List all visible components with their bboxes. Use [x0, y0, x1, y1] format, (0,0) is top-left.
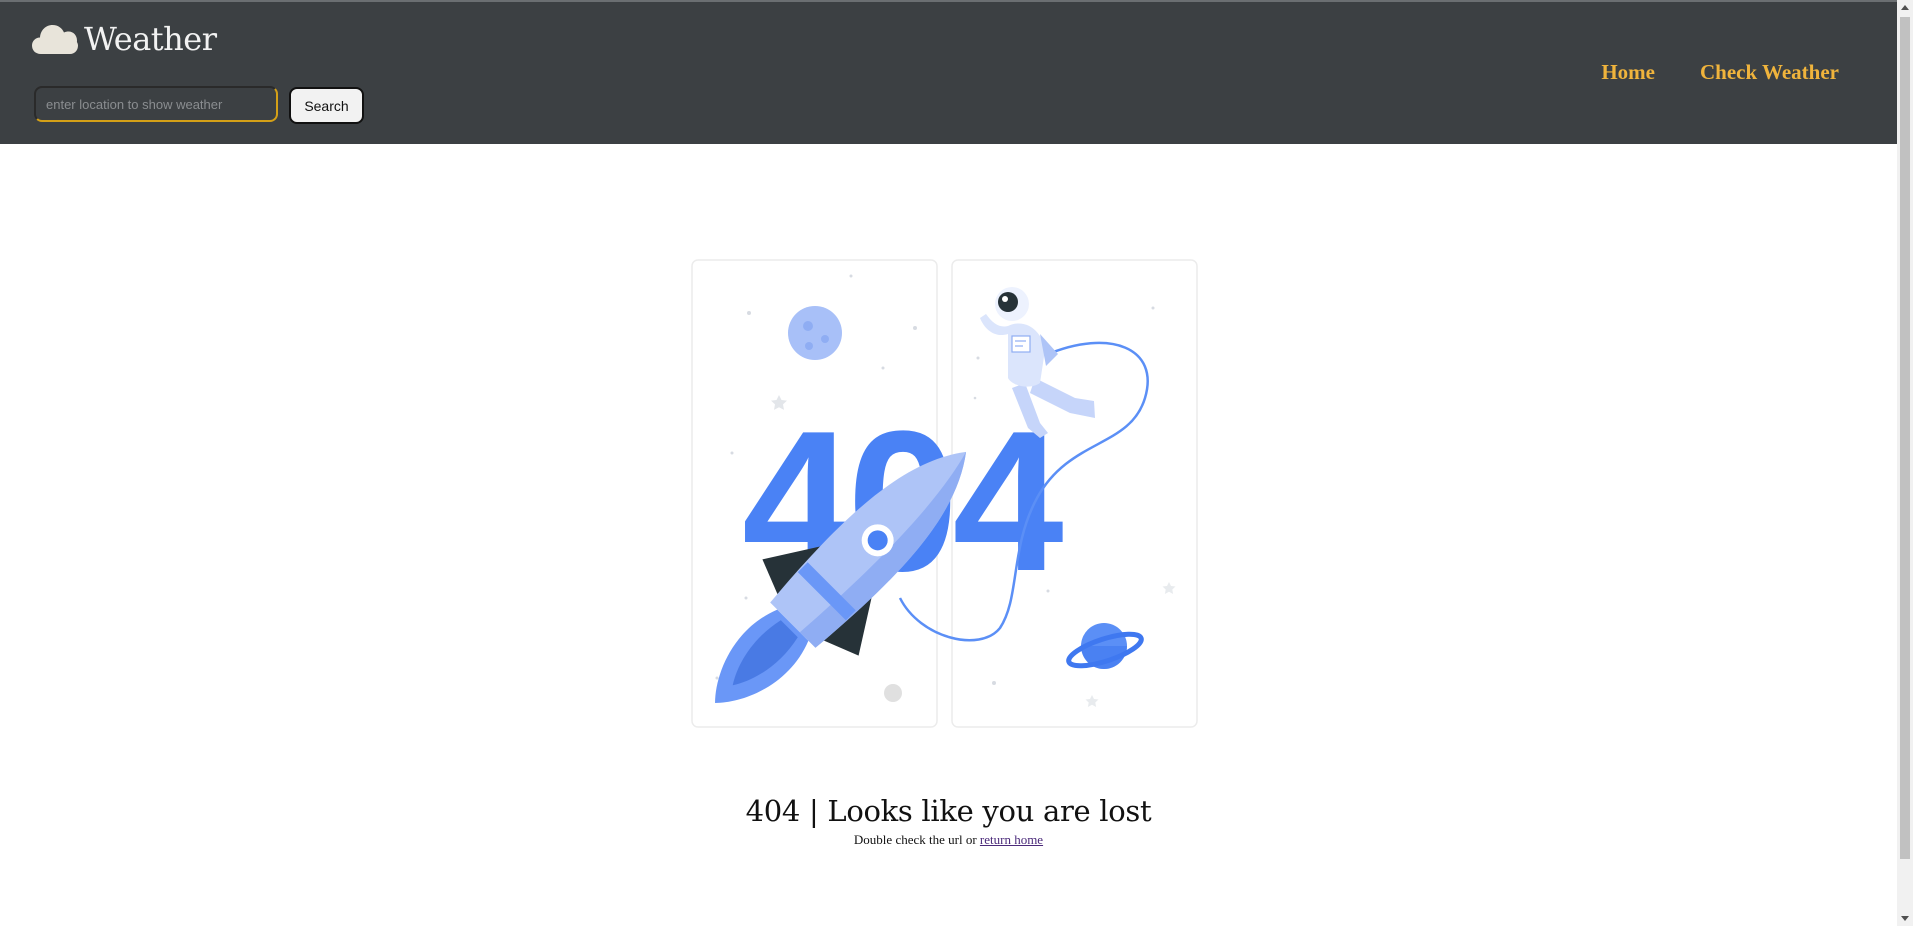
scroll-up-arrow-icon[interactable]: [1901, 5, 1909, 10]
scrollbar-thumb[interactable]: [1900, 17, 1910, 859]
moon-icon: [788, 306, 842, 360]
error-message: 404 | Looks like you are lost Double che…: [0, 794, 1897, 848]
error-heading: 404 | Looks like you are lost: [745, 794, 1152, 828]
site-header: Weather Search Home Check Weather: [0, 2, 1897, 144]
main-nav: Home Check Weather: [1601, 60, 1839, 85]
location-search-input[interactable]: [34, 86, 278, 122]
return-home-link[interactable]: return home: [980, 832, 1043, 847]
scroll-down-arrow-icon[interactable]: [1901, 916, 1909, 921]
app-title: Weather: [84, 20, 217, 58]
nav-check-weather-link[interactable]: Check Weather: [1700, 60, 1839, 85]
nav-home-link[interactable]: Home: [1601, 60, 1655, 85]
search-button[interactable]: Search: [289, 87, 364, 124]
cloud-icon: [32, 22, 78, 56]
vertical-scrollbar[interactable]: [1897, 0, 1913, 926]
error-subtext-label: Double check the url or: [853, 832, 980, 847]
brand[interactable]: Weather: [32, 20, 217, 58]
error-subtext: Double check the url or return home: [0, 832, 1897, 848]
not-found-illustration: 404: [690, 258, 1200, 735]
